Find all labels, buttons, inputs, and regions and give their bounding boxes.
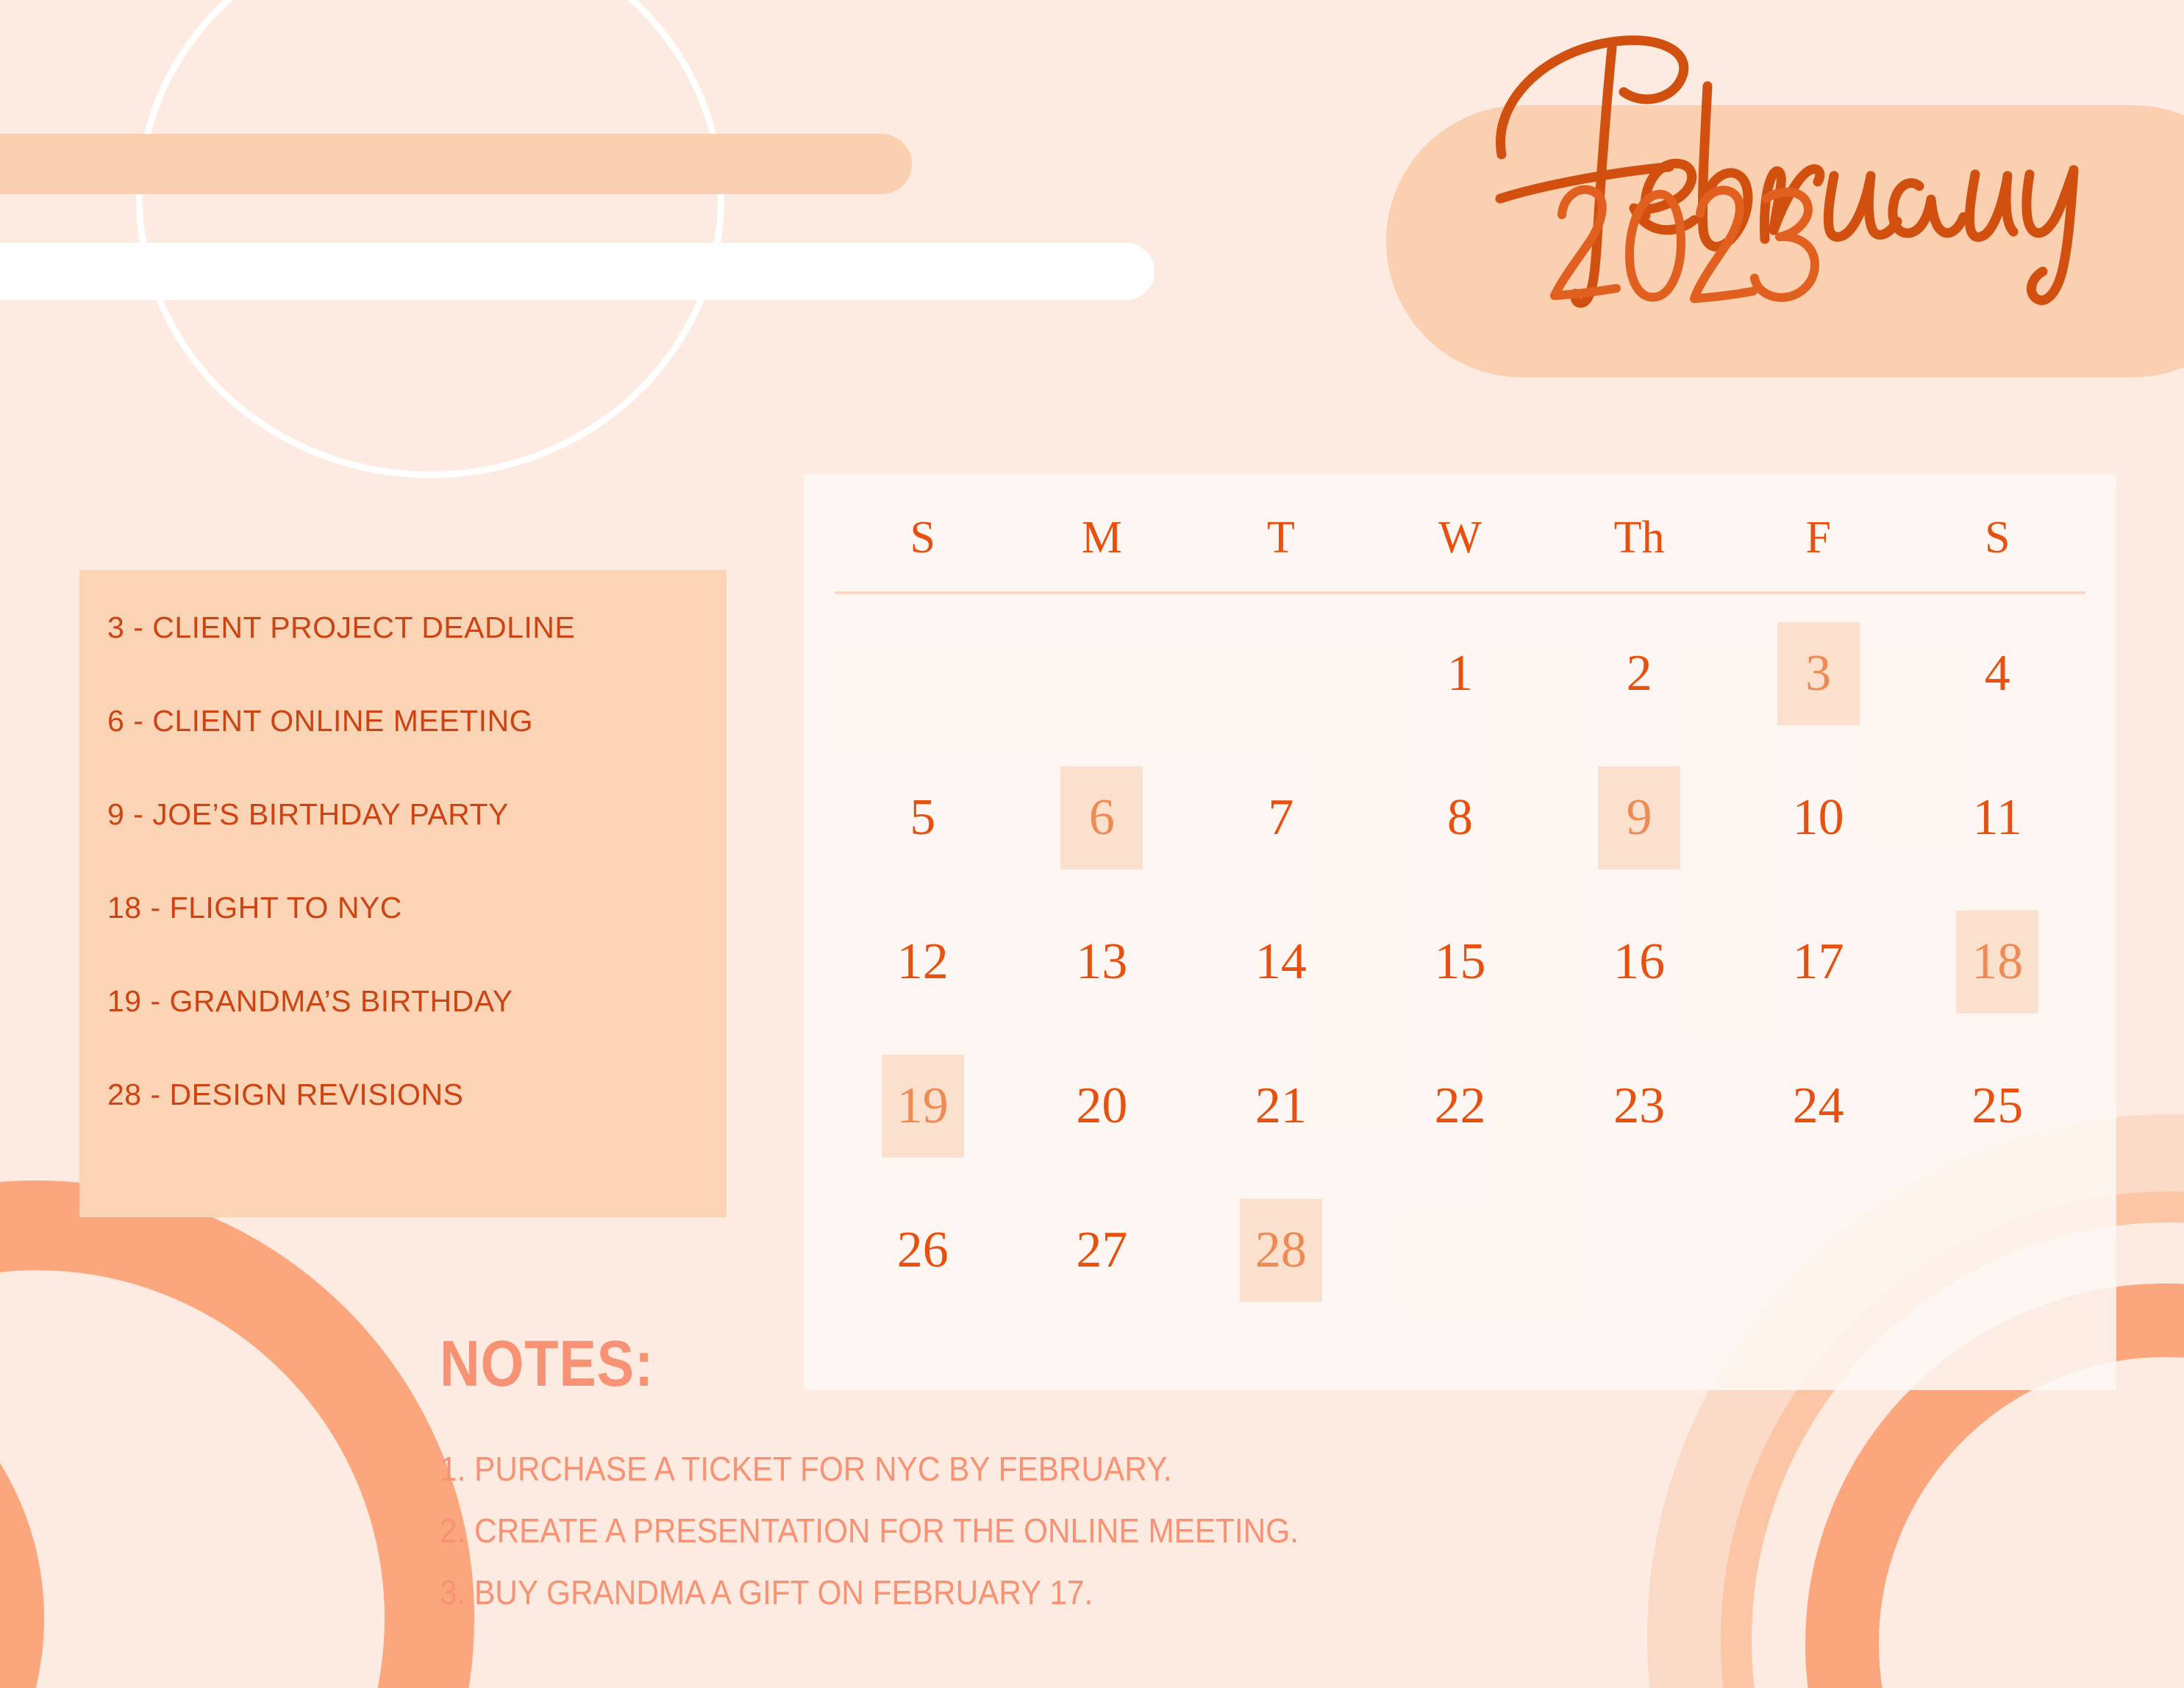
day-cell[interactable]: 14 <box>1191 890 1371 1034</box>
day-number: 27 <box>1076 1222 1128 1278</box>
circle-outline-decoration <box>136 0 724 478</box>
year-title-script <box>1550 185 1819 303</box>
event-item: 28 - DESIGN REVISIONS <box>107 1078 464 1111</box>
day-number: 5 <box>910 789 936 846</box>
day-number: 22 <box>1434 1078 1486 1134</box>
day-cell-empty <box>1908 1178 2087 1322</box>
event-item: 19 - GRANDMA’S BIRTHDAY <box>107 984 513 1018</box>
weekday-label: S <box>1985 513 2010 563</box>
day-cell[interactable]: 27 <box>1013 1178 1192 1322</box>
day-number: 15 <box>1434 933 1486 990</box>
day-cell[interactable]: 12 <box>833 890 1013 1034</box>
day-number: 19 <box>896 1078 949 1134</box>
note-item: 2. CREATE A PRESENTATION FOR THE ONLINE … <box>440 1511 1299 1550</box>
day-number: 2 <box>1626 645 1652 702</box>
events-list-panel: 3 - CLIENT PROJECT DEADLINE 6 - CLIENT O… <box>79 570 727 1217</box>
notes-section: NOTES: 1. PURCHASE A TICKET FOR NYC BY F… <box>440 1327 1653 1610</box>
day-cell[interactable]: 5 <box>833 746 1013 890</box>
event-item: 18 - FLIGHT TO NYC <box>107 891 402 925</box>
day-cell[interactable]: 18 <box>1908 890 2087 1034</box>
day-number: 8 <box>1446 789 1473 846</box>
notes-heading: NOTES: <box>440 1327 654 1400</box>
day-cell[interactable]: 13 <box>1013 890 1192 1034</box>
day-number: 4 <box>1984 645 2010 702</box>
notes-list: 1. PURCHASE A TICKET FOR NYC BY FEBRUARY… <box>440 1452 1653 1609</box>
day-number: 23 <box>1613 1078 1666 1134</box>
peach-bar-decoration <box>0 134 912 194</box>
day-number: 24 <box>1792 1078 1844 1134</box>
day-number: 26 <box>896 1222 949 1278</box>
day-cell[interactable]: 28 <box>1191 1178 1371 1322</box>
day-cell-empty <box>1013 602 1192 746</box>
day-cell[interactable]: 26 <box>833 1178 1013 1322</box>
day-number: 20 <box>1076 1078 1128 1134</box>
calendar-poster: 3 - CLIENT PROJECT DEADLINE 6 - CLIENT O… <box>0 0 2184 1688</box>
day-cell[interactable]: 8 <box>1371 746 1550 890</box>
header-divider <box>835 591 2085 594</box>
day-cell-empty <box>833 602 1013 746</box>
day-number: 12 <box>896 933 949 990</box>
weekday-label: F <box>1805 513 1831 563</box>
days-grid: 1 2 3 4 5 6 7 8 9 10 11 12 13 14 15 16 17 18 19 20 21 22 23 24 2… <box>804 602 2116 1322</box>
weekday-label: W <box>1438 513 1482 563</box>
note-item: 1. PURCHASE A TICKET FOR NYC BY FEBRUARY… <box>440 1450 1172 1488</box>
day-cell[interactable]: 7 <box>1191 746 1371 890</box>
day-cell[interactable]: 16 <box>1549 890 1729 1034</box>
day-cell[interactable]: 6 <box>1013 746 1192 890</box>
day-cell[interactable]: 23 <box>1549 1034 1729 1178</box>
page-title <box>1449 18 2155 408</box>
day-cell[interactable]: 9 <box>1549 746 1729 890</box>
weekday-label: Th <box>1613 513 1665 563</box>
day-cell-empty <box>1549 1178 1729 1322</box>
day-cell[interactable]: 19 <box>833 1034 1013 1178</box>
day-cell[interactable]: 1 <box>1371 602 1550 746</box>
day-cell[interactable]: 22 <box>1371 1034 1550 1178</box>
day-number: 14 <box>1255 933 1307 990</box>
day-number: 1 <box>1446 645 1473 702</box>
event-item: 6 - CLIENT ONLINE MEETING <box>107 704 534 738</box>
day-number: 21 <box>1255 1078 1307 1134</box>
bottom-left-inner-ring-decoration <box>0 1324 44 1688</box>
white-bar-decoration <box>0 243 1155 300</box>
day-number: 28 <box>1255 1222 1307 1278</box>
weekday-label: M <box>1081 513 1122 563</box>
event-item: 3 - CLIENT PROJECT DEADLINE <box>107 610 576 644</box>
day-number: 18 <box>1971 933 2024 990</box>
day-cell[interactable]: 15 <box>1371 890 1550 1034</box>
day-cell[interactable]: 17 <box>1729 890 1908 1034</box>
day-cell[interactable]: 2 <box>1549 602 1729 746</box>
weekday-label: S <box>910 513 936 563</box>
day-cell-empty <box>1371 1178 1550 1322</box>
day-cell[interactable]: 25 <box>1908 1034 2087 1178</box>
day-number: 16 <box>1613 933 1666 990</box>
note-item: 3. BUY GRANDMA A GIFT ON FEBRUARY 17. <box>440 1573 1093 1612</box>
day-number: 6 <box>1088 789 1115 846</box>
day-number: 13 <box>1076 933 1128 990</box>
calendar-card: S M T W Th F S 1 2 3 4 5 6 7 8 9 10 11 12 13 14 15 16 17… <box>804 474 2116 1390</box>
day-number: 9 <box>1626 789 1652 846</box>
weekday-label: T <box>1267 513 1295 563</box>
day-cell-empty <box>1191 602 1371 746</box>
weekday-header-row: S M T W Th F S <box>804 474 2116 560</box>
day-number: 3 <box>1805 645 1832 702</box>
bottom-left-outer-ring-decoration <box>0 1180 474 1688</box>
day-cell-empty <box>1729 1178 1908 1322</box>
day-number: 7 <box>1268 789 1294 846</box>
day-number: 11 <box>1972 789 2022 846</box>
day-cell[interactable]: 4 <box>1908 602 2087 746</box>
day-cell[interactable]: 20 <box>1013 1034 1192 1178</box>
day-number: 17 <box>1792 933 1844 990</box>
event-item: 9 - JOE’S BIRTHDAY PARTY <box>107 797 509 831</box>
day-cell[interactable]: 10 <box>1729 746 1908 890</box>
day-number: 10 <box>1792 789 1844 846</box>
day-cell[interactable]: 11 <box>1908 746 2087 890</box>
day-cell[interactable]: 3 <box>1729 602 1908 746</box>
day-number: 25 <box>1971 1078 2024 1134</box>
day-cell[interactable]: 21 <box>1191 1034 1371 1178</box>
day-cell[interactable]: 24 <box>1729 1034 1908 1178</box>
